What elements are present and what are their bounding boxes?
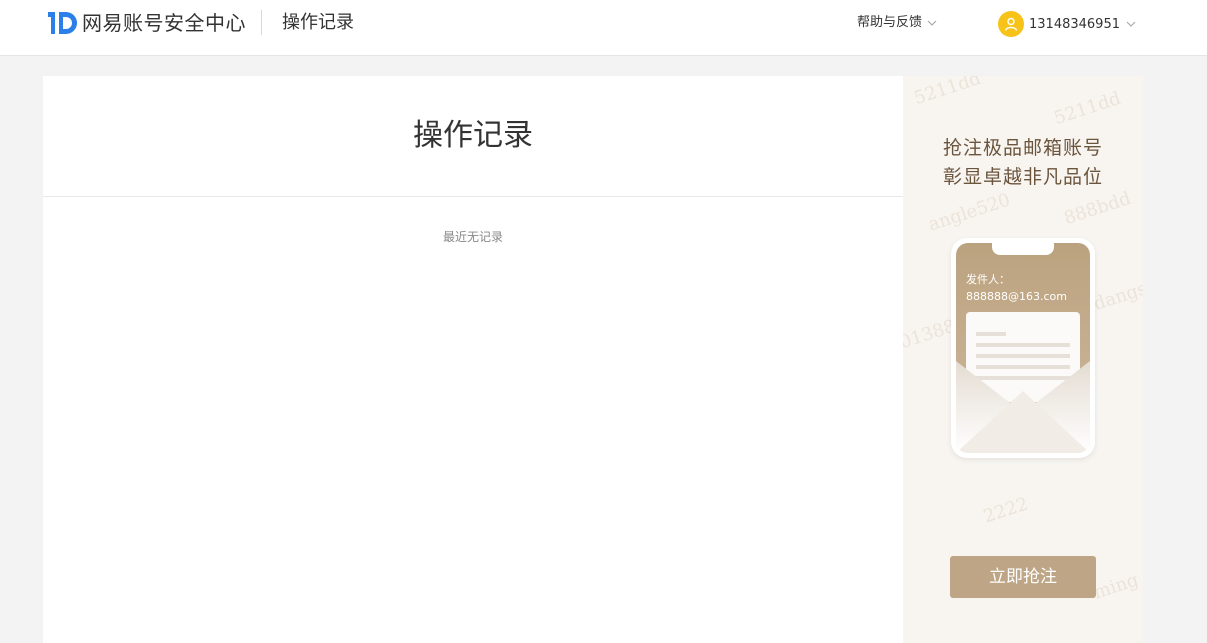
sender-label: 发件人： [966,273,1010,286]
records-card: 操作记录 最近无记录 [43,76,903,643]
empty-records-text: 最近无记录 [442,230,503,244]
chevron-down-icon [927,20,937,26]
netease-id-logo-icon[interactable] [48,11,78,35]
chevron-down-icon [1126,21,1136,27]
help-feedback-label: 帮助与反馈 [857,15,923,30]
letter-line [976,354,1070,358]
avatar [998,11,1024,37]
header-divider [261,10,262,35]
user-menu[interactable]: 13148346951 [998,11,1136,37]
brand-title[interactable]: 网易账号安全中心 [82,10,246,36]
user-icon [1004,17,1018,31]
promo-slogan: 抢注极品邮箱账号 彰显卓越非凡品位 [903,134,1143,192]
phone-notch [992,243,1054,255]
title-divider [43,196,903,197]
email-promo-banner[interactable]: 5211dd 888bdd angle520 01388 2222 dangs … [903,76,1143,643]
decorative-text: 5211dd [1051,87,1124,130]
phone-screen: 发件人： 888888@163.com [956,243,1090,453]
envelope-icon [956,361,1090,453]
top-header: 网易账号安全中心 操作记录 帮助与反馈 13148346951 [0,0,1207,56]
sender-email: 888888@163.com [966,290,1067,303]
register-now-button[interactable]: 立即抢注 [950,556,1096,598]
letter-line [976,332,1006,336]
promo-slogan-line: 抢注极品邮箱账号 [942,137,1103,159]
decorative-text: 888bdd [1061,187,1134,230]
page-title: 操作记录 [413,118,533,153]
decorative-text: 2222 [980,493,1031,528]
decorative-text: dangs [1091,278,1143,315]
decorative-text: ming [1090,569,1142,604]
decorative-text: 01388 [903,315,959,354]
letter-line [976,343,1070,347]
header-page-name: 操作记录 [282,12,354,33]
phone-illustration: 发件人： 888888@163.com [951,238,1095,458]
help-feedback-menu[interactable]: 帮助与反馈 [857,14,937,32]
decorative-text: 5211dd [911,76,984,110]
decorative-text: angle520 [925,189,1013,236]
username: 13148346951 [1029,16,1120,32]
promo-slogan-line: 彰显卓越非凡品位 [942,166,1103,188]
